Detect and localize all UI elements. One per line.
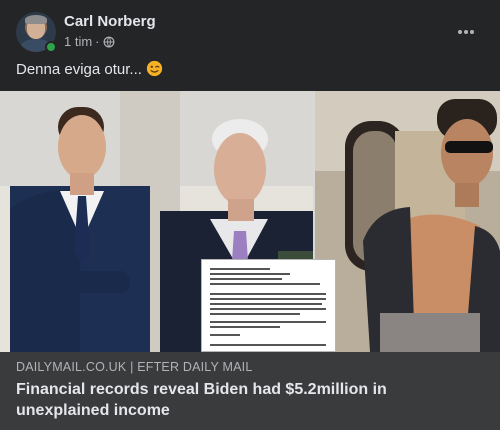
post-header: Carl Norberg 1 tim ·	[16, 12, 484, 56]
post-timestamp[interactable]: 1 tim	[64, 34, 92, 49]
photo-man-with-sunglasses	[315, 91, 500, 352]
post-text: Denna eviga otur...	[16, 61, 142, 78]
link-title[interactable]: Financial records reveal Biden had $5.2m…	[16, 379, 456, 421]
post-meta: 1 tim ·	[64, 34, 115, 49]
facebook-post: Carl Norberg 1 tim · Denna eviga otur...	[0, 0, 500, 430]
post-text-container: Denna eviga otur...	[16, 60, 163, 80]
online-status-dot	[45, 41, 57, 53]
meta-separator: ·	[95, 34, 100, 49]
financial-document-inset	[201, 259, 336, 352]
more-options-icon	[458, 30, 474, 34]
globe-icon[interactable]	[103, 36, 115, 48]
link-preview-card[interactable]: DAILYMAIL.CO.UK | EFTER DAILY MAIL Finan…	[0, 352, 500, 430]
avatar-hair	[25, 15, 47, 24]
winking-face-emoji-icon	[146, 60, 163, 77]
more-options-button[interactable]	[448, 14, 484, 50]
link-domain: DAILYMAIL.CO.UK | EFTER DAILY MAIL	[16, 360, 253, 374]
link-preview-image[interactable]	[0, 91, 500, 352]
author-name[interactable]: Carl Norberg	[64, 13, 156, 30]
